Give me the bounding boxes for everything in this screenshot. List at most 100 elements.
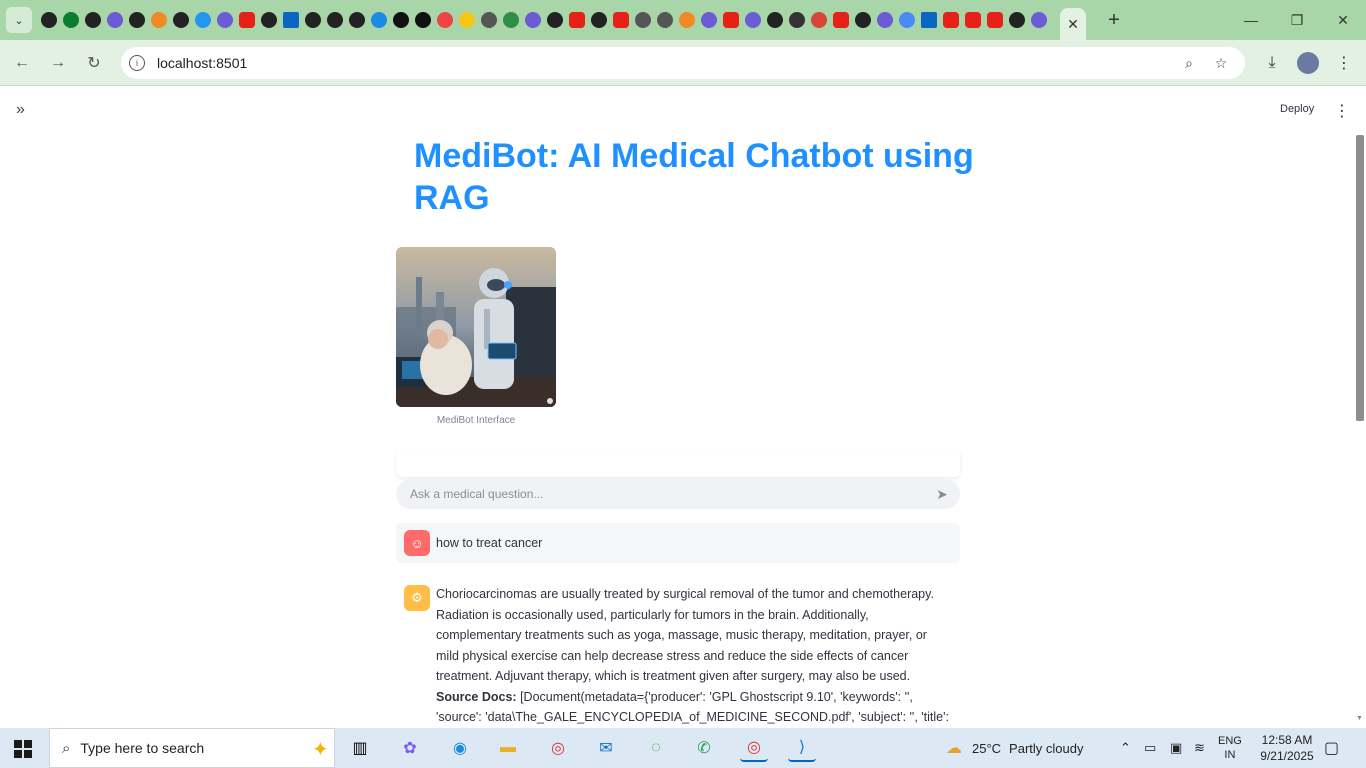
tab-favicon-gmail-icon[interactable] [808,9,830,31]
windows-start-icon[interactable] [14,740,32,758]
tab-favicon-arrow-icon[interactable] [676,9,698,31]
tab-favicon-gemini-icon[interactable] [896,9,918,31]
tab-favicon-chart-icon[interactable] [632,9,654,31]
chrome-icon[interactable]: ◎ [544,734,572,762]
browser-menu-icon[interactable]: ⋮ [1332,51,1356,75]
back-icon[interactable]: ← [10,51,34,75]
sidebar-expand-icon[interactable]: » [16,101,25,119]
bookmark-star-icon[interactable]: ☆ [1211,53,1231,73]
notification-icon[interactable]: ▢ [1324,728,1339,768]
tab-favicon-github-icon[interactable] [544,9,566,31]
zoom-icon[interactable]: ⌕ [1179,53,1199,73]
tab-favicon-icon-icon[interactable] [874,9,896,31]
chat-container [396,451,960,477]
tab-favicon-icon-icon[interactable] [742,9,764,31]
outlook-icon[interactable]: ✉ [592,734,620,762]
app-menu-icon[interactable]: ⋮ [1334,101,1350,121]
scroll-down-arrow-icon[interactable]: ▼ [1356,715,1363,722]
tab-favicon-youtube-icon[interactable] [962,9,984,31]
whatsapp-icon[interactable]: ✆ [690,734,718,762]
tab-favicon-tt-icon[interactable] [412,9,434,31]
github-icon [85,12,101,28]
new-tab-button[interactable]: + [1100,9,1128,32]
active-tab-close-icon[interactable]: ✕ [1060,8,1086,40]
github-icon [349,12,365,28]
close-window-icon[interactable]: ✕ [1320,0,1366,40]
tab-favicon-icon-icon[interactable] [1028,9,1050,31]
battery-icon[interactable]: ▭ [1144,728,1156,768]
tab-favicon-react-icon[interactable] [368,9,390,31]
file-explorer-icon[interactable]: ▬ [494,734,522,762]
tab-favicon-linkedin-icon[interactable] [280,9,302,31]
tab-favicon-A-icon[interactable] [390,9,412,31]
tab-favicon-github-icon[interactable] [588,9,610,31]
tab-favicon-github-icon[interactable] [170,9,192,31]
tab-favicon-box-icon[interactable] [148,9,170,31]
clock-time: 12:58 AM [1261,733,1313,747]
profile-avatar[interactable] [1296,51,1320,75]
tab-favicon-github-icon[interactable] [346,9,368,31]
weather-widget[interactable]: ☁ 25°C Partly cloudy [946,728,1083,768]
send-icon[interactable]: ➤ [932,484,952,504]
reload-icon[interactable]: ↻ [82,51,106,75]
tab-favicon-github-icon[interactable] [852,9,874,31]
tab-search-chevron-icon[interactable]: ⌄ [6,7,32,33]
github-icon [1009,12,1025,28]
tab-favicon-icon-icon[interactable] [698,9,720,31]
tab-favicon-github-icon[interactable] [38,9,60,31]
forward-icon[interactable]: → [46,51,70,75]
tab-favicon-linkedin-icon[interactable] [918,9,940,31]
chrome-active-icon[interactable]: ◎ [740,734,768,762]
tab-favicon-aws-icon[interactable] [302,9,324,31]
github-icon [261,12,277,28]
url-text[interactable]: localhost:8501 [157,55,247,71]
user-avatar-icon: ☺ [404,530,430,556]
tab-favicon-info-icon[interactable] [786,9,808,31]
clock[interactable]: 12:58 AM 9/21/2025 [1255,728,1319,768]
vscode-icon[interactable]: ⟩ [788,734,816,762]
refresh-app-icon[interactable]: ◌ [642,734,670,762]
edge-icon[interactable]: ◉ [446,734,474,762]
tab-favicon-youtube-icon[interactable] [940,9,962,31]
copilot-icon[interactable]: ✿ [396,734,424,762]
tab-favicon-github-icon[interactable] [258,9,280,31]
scrollbar-thumb[interactable] [1356,135,1364,421]
address-bar[interactable]: i localhost:8501 ⌕ ☆ [121,47,1245,79]
restore-icon[interactable]: ❐ [1274,0,1320,40]
tab-favicon-icon-icon[interactable] [522,9,544,31]
tab-favicon-github-icon[interactable] [126,9,148,31]
tab-favicon-youtube-icon[interactable] [610,9,632,31]
taskbar-search[interactable]: ⌕ Type here to search ✦ [49,728,335,768]
site-info-icon[interactable]: i [129,55,145,71]
show-hidden-icons[interactable]: ⌃ [1120,728,1131,768]
tab-favicon-9-icon[interactable] [434,9,456,31]
tab-favicon-globe-icon[interactable] [478,9,500,31]
tab-favicon-youtube-icon[interactable] [720,9,742,31]
tab-favicon-icon-icon[interactable] [104,9,126,31]
tab-favicon-youtube-icon[interactable] [984,9,1006,31]
tab-favicon-icon-icon[interactable] [214,9,236,31]
language-indicator[interactable]: ENG IN [1218,728,1242,768]
deploy-button[interactable]: Deploy [1280,103,1314,115]
meet-now-icon[interactable]: ▣ [1170,728,1182,768]
app-page: » Deploy ⋮ ▼ MediBot: AI Medical Chatbot… [0,87,1366,728]
tab-favicon-gfg-icon[interactable] [500,9,522,31]
tab-favicon-youtube-icon[interactable] [830,9,852,31]
tab-favicon-github-green-icon[interactable] [60,9,82,31]
tab-favicon-emoji-icon[interactable] [456,9,478,31]
chat-input[interactable] [396,479,960,509]
download-icon[interactable]: ⤓ [1260,51,1284,75]
linkedin-icon [283,12,299,28]
wifi-icon[interactable]: ≋ [1194,728,1205,768]
tab-favicon-github-icon[interactable] [1006,9,1028,31]
minimize-icon[interactable]: — [1228,0,1274,40]
task-view-icon[interactable]: ▥ [346,734,374,762]
tab-favicon-docker-icon[interactable] [192,9,214,31]
tab-favicon-github-icon[interactable] [82,9,104,31]
youtube-icon [569,12,585,28]
tab-favicon-openai-icon[interactable] [764,9,786,31]
tab-favicon-chart-icon[interactable] [654,9,676,31]
tab-favicon-youtube-icon[interactable] [566,9,588,31]
tab-favicon-github-icon[interactable] [324,9,346,31]
tab-favicon-youtube-icon[interactable] [236,9,258,31]
